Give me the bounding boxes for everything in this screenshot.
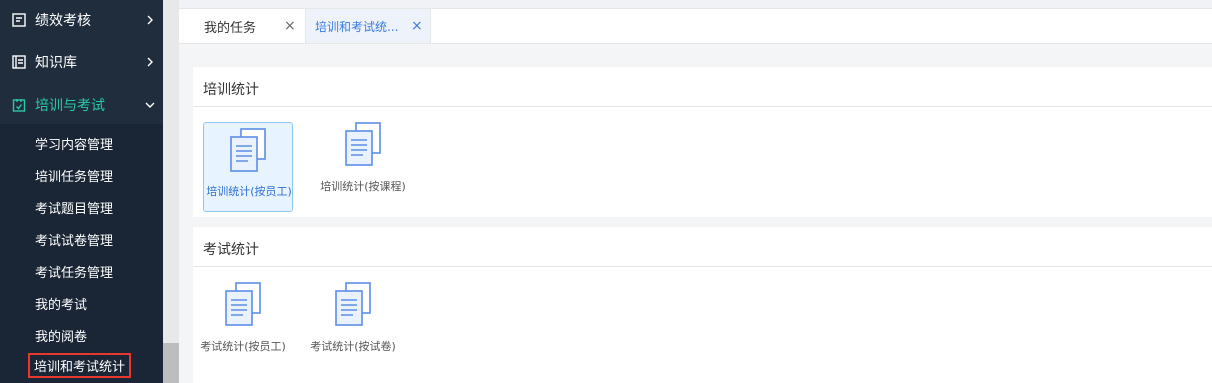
menu-performance[interactable]: 绩效考核 [0,0,163,40]
subitem-exam-papers[interactable]: 考试试卷管理 [35,230,113,249]
book-icon [12,55,26,69]
document-stack-icon [225,282,261,326]
subitem-exam-tasks[interactable]: 考试任务管理 [35,262,113,281]
menu-label: 绩效考核 [35,13,91,29]
close-icon[interactable]: × [284,18,296,34]
menu-knowledge-base[interactable]: 知识库 [0,42,163,82]
subitem-my-exams[interactable]: 我的考试 [35,294,87,313]
section-exam-stats: 考试统计 考试统计(按员工) 考试统计(按试卷) [193,227,1212,383]
tab-label: 培训和考试统... [315,19,399,34]
tab-my-tasks[interactable]: 我的任务 × [179,9,302,43]
chevron-right-icon [147,57,153,67]
tile-label: 考试统计(按试卷) [310,340,396,353]
close-icon[interactable]: × [411,18,423,34]
divider [193,266,1212,267]
subitem-learning-content[interactable]: 学习内容管理 [35,134,113,153]
section-training-stats: 培训统计 培训统计(按员工) 培训统计(按课程) [193,67,1212,217]
subitem-exam-questions[interactable]: 考试题目管理 [35,198,113,217]
tab-training-exam-stats[interactable]: 培训和考试统... × [305,9,431,43]
chevron-down-icon [145,102,155,108]
menu-label: 培训与考试 [35,98,105,114]
document-stack-icon [335,282,371,326]
chevron-right-icon [147,15,153,25]
divider [193,106,1212,107]
section-title: 考试统计 [203,242,259,258]
subitem-training-tasks[interactable]: 培训任务管理 [35,166,113,185]
tile-label: 培训统计(按员工) [206,185,292,198]
document-stack-icon [345,122,381,166]
document-stack-icon [230,128,266,172]
subitem-training-exam-stats[interactable]: 培训和考试统计 [28,353,132,378]
tile-label: 考试统计(按员工) [200,340,286,353]
tile-exam-by-employee[interactable]: 考试统计(按员工) [198,282,288,372]
tile-training-by-course[interactable]: 培训统计(按课程) [318,122,408,212]
subitem-my-grading[interactable]: 我的阅卷 [35,326,87,345]
tile-label: 培训统计(按课程) [320,180,406,193]
scrollbar-track[interactable] [163,0,179,383]
performance-icon [12,13,26,27]
scrollbar-thumb[interactable] [163,343,179,383]
tile-training-by-employee[interactable]: 培训统计(按员工) [203,122,293,212]
tab-label: 我的任务 [204,20,257,36]
menu-training-exam[interactable]: 培训与考试 [0,85,163,125]
training-icon [12,99,26,112]
tile-exam-by-paper[interactable]: 考试统计(按试卷) [308,282,398,372]
tab-bar: 我的任务 × 培训和考试统... × [179,8,1212,44]
section-title: 培训统计 [203,82,259,98]
sidebar: 绩效考核 知识库 培训与考试 学习内容管理 培训任务管理 考试题目管理 考试试卷… [0,0,163,383]
menu-label: 知识库 [35,55,77,71]
